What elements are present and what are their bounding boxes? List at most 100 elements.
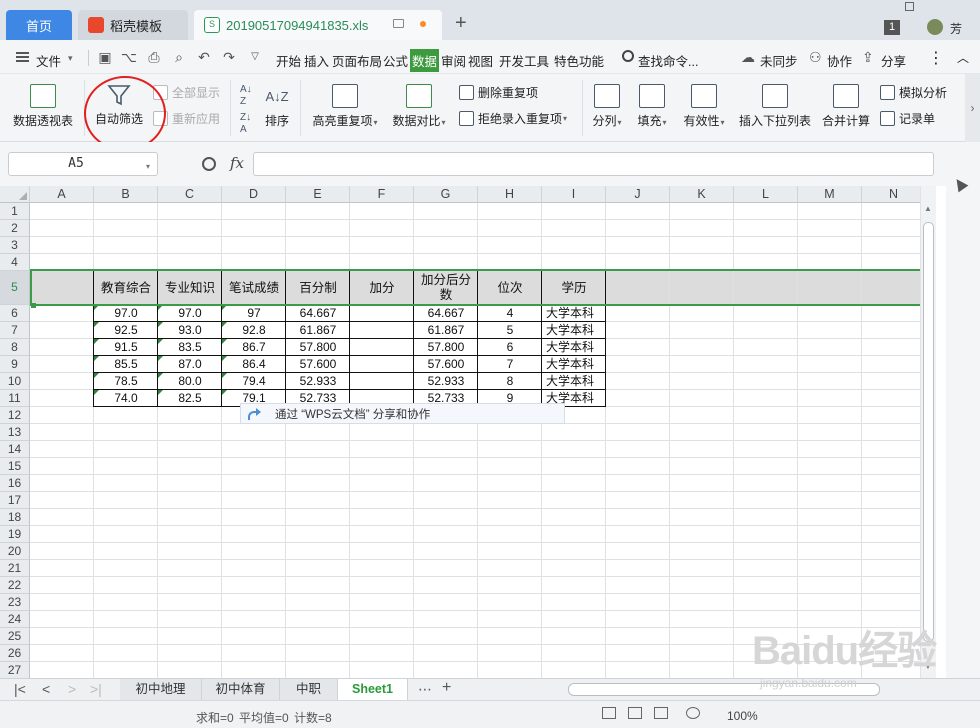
zoom-level[interactable]: 100% [727, 709, 758, 723]
menu-developer[interactable]: 开发工具 [499, 51, 549, 70]
consolidate-button[interactable]: 合并计算 [820, 84, 872, 129]
restore-window-icon[interactable] [905, 2, 914, 11]
row-header[interactable]: 17 [0, 492, 30, 509]
data-validation-button[interactable]: 有效性▾ [680, 84, 728, 129]
table-cell[interactable] [350, 356, 414, 373]
column-header[interactable]: D [222, 186, 286, 203]
table-header-cell[interactable]: 教育综合 [94, 271, 158, 305]
chevron-down-icon[interactable]: ▾ [146, 162, 150, 171]
menu-special[interactable]: 特色功能 [554, 51, 604, 70]
sort-button[interactable]: A↓Z 排序 [262, 84, 292, 129]
sheet-tab-pe[interactable]: 初中体育 [202, 679, 280, 701]
vertical-scroll-thumb[interactable] [923, 222, 934, 642]
table-cell[interactable]: 79.4 [222, 373, 286, 390]
table-cell[interactable]: 83.5 [158, 339, 222, 356]
reading-mode-icon[interactable] [686, 707, 700, 719]
name-box[interactable]: A5 [8, 152, 158, 176]
table-cell[interactable]: 57.800 [286, 339, 350, 356]
scroll-up-icon[interactable]: ▲ [924, 204, 932, 213]
column-header[interactable]: G [414, 186, 478, 203]
column-header[interactable]: H [478, 186, 542, 203]
page-layout-view-icon[interactable] [628, 707, 642, 719]
row-header[interactable]: 7 [0, 322, 30, 339]
record-form-button[interactable]: 记录单 [880, 110, 935, 127]
show-all-button[interactable]: 全部显示 [153, 84, 220, 101]
row-header[interactable]: 8 [0, 339, 30, 356]
format-painter-icon[interactable]: ⌥ [120, 48, 138, 66]
customize-arrow-icon[interactable]: ▽ [246, 48, 264, 66]
table-cell[interactable]: 57.800 [414, 339, 478, 356]
table-cell[interactable] [350, 339, 414, 356]
first-sheet-icon[interactable]: |< [14, 681, 26, 697]
print-icon[interactable]: ⎙ [145, 48, 163, 66]
tab-home[interactable]: 首页 [6, 10, 72, 40]
row-header[interactable]: 21 [0, 560, 30, 577]
table-cell[interactable]: 57.600 [286, 356, 350, 373]
row-header[interactable]: 16 [0, 475, 30, 492]
table-cell[interactable]: 97 [222, 305, 286, 322]
table-cell[interactable]: 大学本科 [542, 305, 606, 322]
table-cell[interactable]: 52.933 [414, 373, 478, 390]
what-if-analysis-button[interactable]: 模拟分析 [880, 84, 947, 101]
row-header[interactable]: 4 [0, 254, 30, 271]
new-tab-button[interactable]: + [455, 12, 467, 35]
avatar[interactable] [927, 19, 943, 35]
menu-formula[interactable]: 公式 [383, 51, 408, 70]
table-cell[interactable]: 64.667 [286, 305, 350, 322]
undo-icon[interactable]: ↶ [195, 48, 213, 66]
menu-start[interactable]: 开始 [276, 51, 301, 70]
table-cell[interactable]: 80.0 [158, 373, 222, 390]
column-header[interactable]: C [158, 186, 222, 203]
cloud-sync-icon[interactable]: ☁ [741, 49, 755, 66]
share-button[interactable]: 分享 [881, 51, 906, 70]
table-cell[interactable]: 8 [478, 373, 542, 390]
fill-handle[interactable] [31, 303, 36, 308]
remove-duplicates-button[interactable]: 删除重复项 [459, 84, 538, 101]
row-header[interactable]: 13 [0, 424, 30, 441]
row-header[interactable]: 15 [0, 458, 30, 475]
row-header[interactable]: 24 [0, 611, 30, 628]
table-cell[interactable]: 92.5 [94, 322, 158, 339]
menu-view[interactable]: 视图 [468, 51, 493, 70]
table-cell[interactable]: 7 [478, 356, 542, 373]
text-to-columns-button[interactable]: 分列▾ [590, 84, 624, 129]
row-header[interactable]: 1 [0, 203, 30, 220]
table-header-cell[interactable]: 百分制 [286, 271, 350, 305]
column-header[interactable]: I [542, 186, 606, 203]
table-cell[interactable]: 74.0 [94, 390, 158, 407]
collapse-ribbon-icon[interactable]: ︿ [957, 49, 969, 66]
insert-function-icon[interactable]: fx [230, 154, 244, 172]
menu-page-layout[interactable]: 页面布局 [332, 51, 382, 70]
table-cell[interactable]: 大学本科 [542, 356, 606, 373]
monitor-icon[interactable] [393, 19, 404, 28]
table-cell[interactable]: 82.5 [158, 390, 222, 407]
table-cell[interactable] [350, 373, 414, 390]
table-cell[interactable] [350, 305, 414, 322]
collaborate-button[interactable]: 协作 [827, 51, 852, 70]
table-cell[interactable]: 97.0 [158, 305, 222, 322]
table-header-cell[interactable]: 加分后分数 [414, 271, 478, 305]
hamburger-menu-icon[interactable] [16, 52, 29, 62]
menu-review[interactable]: 审阅 [441, 51, 466, 70]
row-header[interactable]: 2 [0, 220, 30, 237]
table-cell[interactable]: 78.5 [94, 373, 158, 390]
window-count-badge[interactable]: 1 [884, 20, 900, 35]
menu-data[interactable]: 数据 [410, 49, 440, 72]
row-header[interactable]: 11 [0, 390, 30, 407]
sheet-tab-geography[interactable]: 初中地理 [120, 679, 202, 701]
row-header[interactable]: 6 [0, 305, 30, 322]
row-header[interactable]: 9 [0, 356, 30, 373]
pivot-table-button[interactable]: 数据透视表 [12, 84, 74, 129]
table-cell[interactable]: 93.0 [158, 322, 222, 339]
column-header[interactable]: F [350, 186, 414, 203]
chevron-down-icon[interactable]: ▾ [68, 53, 73, 64]
unsaved-dot-icon[interactable] [420, 21, 426, 27]
table-cell[interactable]: 57.600 [414, 356, 478, 373]
page-break-view-icon[interactable] [654, 707, 668, 719]
redo-icon[interactable]: ↷ [220, 48, 238, 66]
menu-insert[interactable]: 插入 [304, 51, 329, 70]
table-cell[interactable]: 大学本科 [542, 322, 606, 339]
zoom-icon[interactable] [202, 157, 216, 171]
command-search[interactable]: 查找命令... [638, 51, 698, 70]
row-header[interactable]: 23 [0, 594, 30, 611]
